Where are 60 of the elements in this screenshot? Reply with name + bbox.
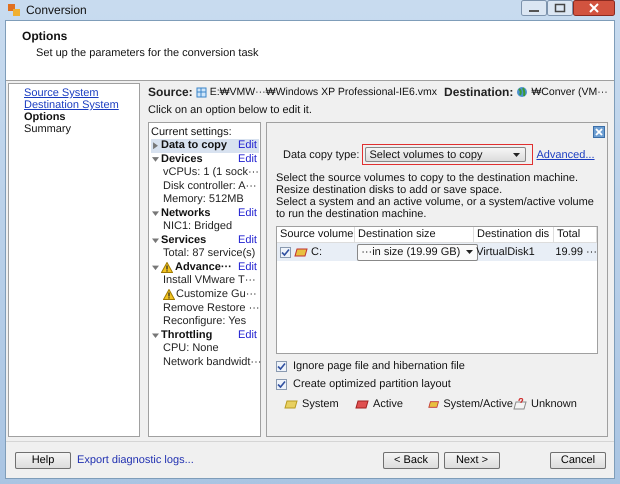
edit-link[interactable]: Edit: [238, 234, 259, 248]
legend-label: System/Active: [443, 398, 513, 410]
legend-label: Unknown: [531, 398, 577, 410]
settings-group[interactable]: Devices Edit: [151, 152, 259, 166]
copy-type-label: Data copy type:: [283, 148, 360, 160]
legend-label: Active: [373, 398, 403, 410]
back-button[interactable]: < Back: [383, 452, 439, 468]
cancel-button[interactable]: Cancel: [550, 452, 606, 468]
column-header[interactable]: Total: [554, 227, 597, 242]
setting-value: Total: 87 service(s): [163, 247, 256, 261]
option-label[interactable]: Ignore page file and hibernation file: [293, 360, 465, 372]
copy-type-dropdown[interactable]: Select volumes to copy: [365, 147, 526, 162]
step-link[interactable]: Destination System: [24, 99, 119, 111]
settings-group[interactable]: Advance··· Edit: [151, 260, 259, 274]
help-button[interactable]: Help: [15, 452, 71, 468]
description-text: Resize destination disks to add or save space.: [276, 184, 504, 196]
settings-group[interactable]: Networks Edit: [151, 206, 259, 220]
page-heading: Options: [22, 29, 68, 43]
setting-value: Reconfigure: Yes: [163, 315, 246, 329]
description-text: Select the source volumes to copy to the destination machine.: [276, 172, 580, 184]
setting-value: NIC1: Bridged: [163, 220, 232, 234]
window-title: Conversion: [26, 3, 87, 17]
table-cell-text: 19.99 ···: [554, 246, 597, 258]
volume-name: C:: [311, 246, 322, 258]
settings-group[interactable]: Data to copy Edit: [151, 139, 259, 152]
column-header[interactable]: Destination size: [355, 227, 474, 242]
column-header[interactable]: Source volume: [277, 227, 355, 242]
instruction-text: Click on an option below to edit it.: [148, 104, 313, 116]
settings-heading: Current settings:: [151, 125, 233, 139]
setting-value: Remove Restore ···: [163, 302, 260, 316]
column-header[interactable]: Destination dis: [474, 227, 554, 242]
description-text: to run the destination machine.: [276, 208, 428, 220]
edit-link[interactable]: Edit: [238, 260, 259, 274]
destination-label: Destination:: [444, 85, 514, 99]
source-label: Source:: [148, 85, 193, 99]
setting-value: vCPUs: 1 (1 sock···: [163, 166, 259, 180]
setting-value: Network bandwidt···: [163, 356, 262, 370]
description-text: Select a system and an active volume, or a system/active volume: [276, 196, 595, 208]
setting-value: Disk controller: A···: [163, 180, 257, 194]
advanced-link[interactable]: Advanced...: [536, 148, 595, 160]
legend-label: System: [302, 398, 339, 410]
step-link[interactable]: Source System: [24, 87, 99, 99]
source-path: E:₩VMW···₩Windows XP Professional-IE6.vmx: [210, 86, 438, 98]
settings-group[interactable]: Throttling Edit: [151, 328, 259, 342]
edit-link[interactable]: Edit: [238, 328, 259, 342]
setting-value: CPU: None: [163, 342, 219, 356]
setting-value: Install VMware T···: [163, 274, 256, 288]
step-item[interactable]: Options: [24, 111, 66, 123]
settings-group[interactable]: Services Edit: [151, 234, 259, 248]
edit-link[interactable]: Edit: [238, 152, 259, 166]
export-logs-link[interactable]: Export diagnostic logs...: [77, 454, 194, 466]
setting-value: Customize Gu···: [176, 288, 257, 302]
edit-link[interactable]: Edit: [238, 139, 259, 152]
destination-path: ₩Conver (VM···: [531, 86, 608, 98]
page-subtitle: Set up the parameters for the conversion task: [36, 47, 260, 59]
setting-value: Memory: 512MB: [163, 193, 244, 207]
option-label[interactable]: Create optimized partition layout: [293, 378, 451, 390]
edit-link[interactable]: Edit: [238, 206, 259, 220]
next-button[interactable]: Next >: [444, 452, 500, 468]
step-item[interactable]: Summary: [24, 123, 72, 135]
